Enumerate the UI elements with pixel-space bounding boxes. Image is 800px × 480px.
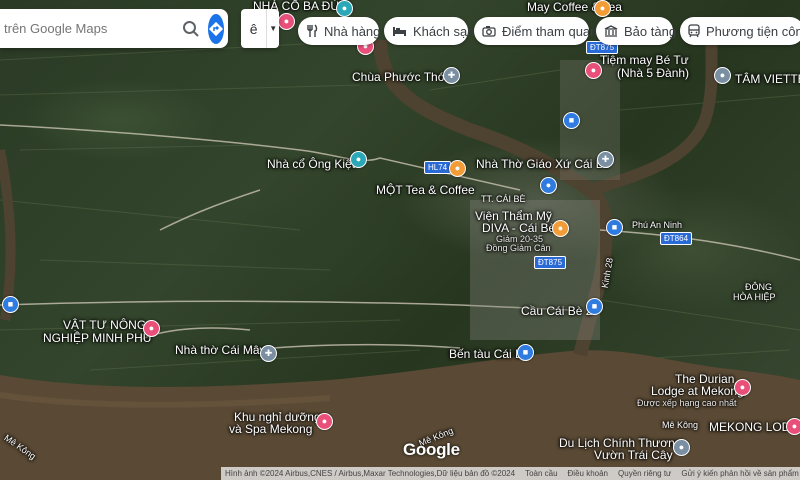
camera-pin-icon[interactable]: ●	[350, 151, 367, 168]
directions-button[interactable]	[208, 13, 224, 44]
chevron-down-icon[interactable]: ▼	[266, 9, 279, 48]
imagery-credit: Hình ảnh ©2024 Airbus,CNES / Airbus,Maxa…	[225, 469, 516, 478]
place-label[interactable]: Nhà thờ Cái Mây	[175, 344, 266, 357]
transit-pin-icon[interactable]: ■	[2, 296, 19, 313]
google-logo: Google	[403, 440, 460, 459]
place-label[interactable]: MỘT Tea & Coffee	[376, 184, 475, 197]
chip-hotels[interactable]: Khách sạn	[384, 17, 474, 45]
hotel-pin-icon[interactable]: ●	[734, 379, 751, 396]
hotel-icon	[393, 27, 406, 36]
area-label: Phú An Ninh	[632, 220, 683, 230]
church-pin-icon[interactable]: ✚	[260, 345, 277, 362]
shopping-bag-pin-icon[interactable]: ●	[540, 177, 557, 194]
camera-pin-icon[interactable]: ●	[336, 0, 353, 17]
area-label: ĐÔNG	[745, 282, 772, 292]
directions-icon	[208, 21, 224, 36]
place-label[interactable]: Lodge at Mekong	[651, 385, 744, 398]
chip-restaurants[interactable]: Nhà hàng	[298, 17, 381, 45]
chip-attractions[interactable]: Điểm tham quan	[474, 17, 597, 45]
chip-label: Nhà hàng	[324, 23, 381, 39]
input-tools-button[interactable]: ê ▼	[241, 9, 279, 48]
chip-label: Bảo tàng	[624, 23, 677, 39]
input-tool-glyph: ê	[249, 20, 258, 37]
cafe-pin-icon[interactable]: ●	[594, 0, 611, 17]
camera-icon	[482, 26, 496, 37]
place-label[interactable]: và Spa Mekong	[229, 423, 312, 436]
search-box[interactable]	[0, 9, 228, 48]
transit-pin-icon[interactable]: ■	[563, 112, 580, 129]
chip-transit[interactable]: Phương tiện công cộ	[680, 17, 800, 45]
place-label[interactable]: NGHIỆP MINH PHÚ	[43, 332, 151, 345]
place-label[interactable]: Nhà Thờ Giáo Xứ Cái Bè	[476, 158, 610, 171]
shopping-pin-icon[interactable]: ●	[278, 13, 295, 30]
ferry-pin-icon[interactable]: ■	[517, 344, 534, 361]
global-link[interactable]: Toàn cầu	[525, 469, 557, 478]
place-label[interactable]: Nhà cổ Ông Kiệt	[267, 158, 355, 171]
rating-label: Được xếp hạng cao nhất	[637, 398, 737, 408]
area-label: HÒA HIỆP	[733, 292, 776, 302]
transit-pin-icon[interactable]: ■	[586, 298, 603, 315]
place-label[interactable]: Cầu Cái Bè 2	[521, 305, 592, 318]
ad-label: Đồng Giảm Cân	[486, 243, 551, 253]
place-label[interactable]: TÂM VIETTEL	[735, 73, 800, 86]
water-label: Mê Kông	[662, 420, 699, 430]
museum-icon	[604, 24, 618, 37]
restaurant-icon	[307, 24, 318, 37]
road-shield: ĐT864	[660, 232, 693, 245]
church-pin-icon[interactable]: ✚	[597, 151, 614, 168]
hotel-pin-icon[interactable]: ●	[786, 418, 800, 435]
privacy-link[interactable]: Quyền riêng tư	[618, 469, 671, 478]
attribution-bar: Hình ảnh ©2024 Airbus,CNES / Airbus,Maxa…	[221, 467, 800, 480]
cafe-pin-icon[interactable]: ●	[449, 160, 466, 177]
chip-label: Điểm tham quan	[502, 23, 598, 39]
chip-museums[interactable]: Bảo tàng	[596, 17, 677, 45]
place-label[interactable]: Chùa Phước Thới	[352, 71, 448, 84]
road-shield: ĐT875	[534, 256, 567, 269]
transit-icon	[688, 24, 700, 38]
attraction-pin-icon[interactable]: ●	[673, 439, 690, 456]
area-label: TT. CÁI BÈ	[481, 194, 526, 204]
shopping-pin-icon[interactable]: ●	[143, 320, 160, 337]
satellite-map[interactable]: NHÀ CỔ BA ĐỨC May Coffee & Tea Chùa Phướ…	[0, 0, 800, 480]
beauty-pin-icon[interactable]: ●	[552, 220, 569, 237]
road-shield: HL74	[424, 161, 452, 174]
chip-label: Phương tiện công cộ	[706, 23, 800, 39]
search-input[interactable]	[2, 20, 182, 37]
place-label[interactable]: (Nhà 5 Đành)	[617, 67, 689, 80]
church-pin-icon[interactable]: ✚	[443, 67, 460, 84]
shop-pin-icon[interactable]: ●	[714, 67, 731, 84]
place-label[interactable]: Vườn Trái Cây	[594, 449, 673, 462]
shopping-pin-icon[interactable]: ●	[585, 62, 602, 79]
terms-link[interactable]: Điều khoản	[568, 469, 608, 478]
chip-label: Khách sạn	[413, 23, 475, 39]
spa-pin-icon[interactable]: ●	[316, 413, 333, 430]
transit-pin-icon[interactable]: ■	[606, 219, 623, 236]
feedback-link[interactable]: Gửi ý kiến phản hồi về sản phẩm	[681, 469, 798, 478]
search-icon[interactable]	[182, 17, 200, 41]
